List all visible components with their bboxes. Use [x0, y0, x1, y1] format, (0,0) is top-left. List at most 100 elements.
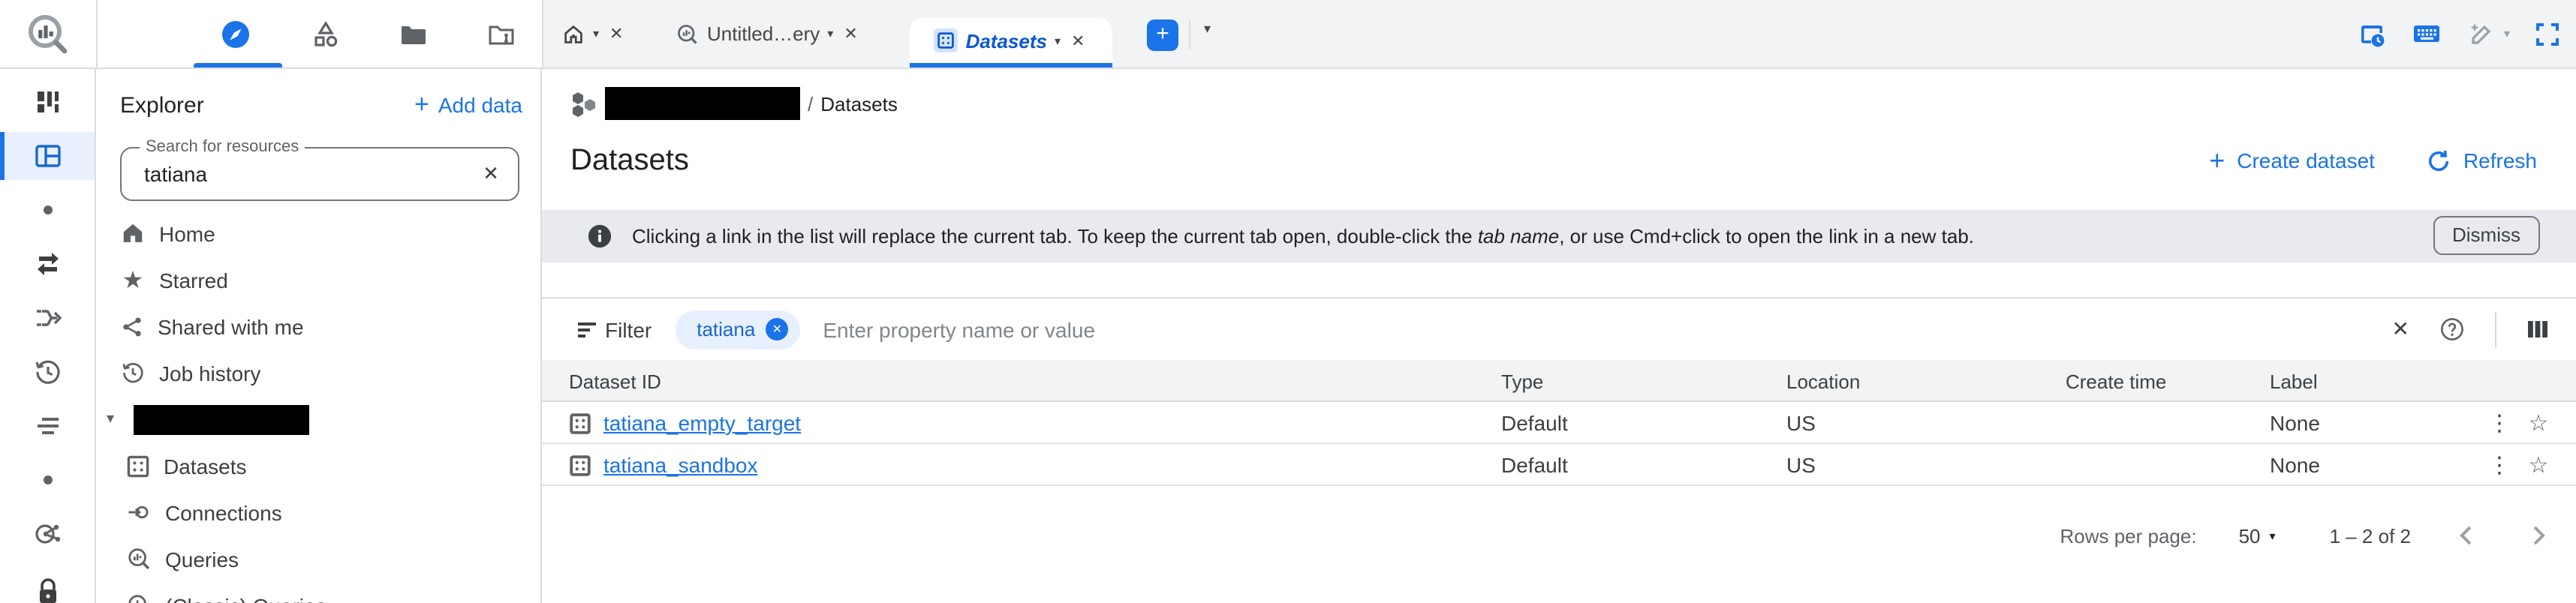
sidebar-item-starred[interactable]: ★ Starred: [96, 256, 540, 303]
dataset-link[interactable]: tatiana_empty_target: [603, 411, 801, 435]
row-star-icon[interactable]: ☆: [2523, 444, 2553, 486]
project-expander-icon[interactable]: ▾: [107, 411, 128, 428]
sidebar-item-job-history[interactable]: Job history: [96, 350, 540, 396]
column-header-dataset-id[interactable]: Dataset ID: [569, 360, 661, 402]
ai-assist-caret[interactable]: ▾: [2504, 27, 2510, 40]
share-icon: [120, 314, 144, 338]
refresh-icon: [2426, 148, 2451, 173]
row-star-icon[interactable]: ☆: [2523, 402, 2553, 444]
column-header-type[interactable]: Type: [1501, 360, 1543, 402]
redacted-project-name: [134, 404, 309, 434]
query-tab-icon: [676, 22, 700, 46]
monitoring-icon[interactable]: [33, 411, 63, 441]
untitled-query-tab-caret[interactable]: ▾: [827, 27, 833, 40]
active-tool-tab-underline: [194, 63, 282, 68]
sidebar-item-queries[interactable]: Queries: [96, 536, 540, 582]
explorer-panel: Explorer + Add data Search for resources…: [96, 69, 542, 603]
datasets-tab-caret[interactable]: ▾: [1055, 34, 1061, 47]
plus-icon: +: [2209, 145, 2225, 175]
filter-chip-value: tatiana: [697, 318, 756, 340]
create-dataset-button[interactable]: + Create dataset: [2209, 145, 2375, 176]
column-display-icon[interactable]: [2526, 318, 2549, 340]
home-tab[interactable]: ▾ ✕: [561, 0, 626, 68]
row-actions-kebab-icon[interactable]: ⋮: [2486, 402, 2513, 444]
sidebar-item-datasets[interactable]: Datasets: [96, 442, 540, 489]
sidebar-item-connections[interactable]: Connections: [96, 489, 540, 536]
home-tab-caret[interactable]: ▾: [593, 27, 599, 40]
row-actions-kebab-icon[interactable]: ⋮: [2486, 444, 2513, 486]
help-icon[interactable]: [2439, 316, 2465, 342]
column-header-label[interactable]: Label: [2270, 360, 2318, 402]
pagination: Rows per page: 50 ▾ 1 – 2 of 2: [2060, 513, 2555, 558]
dismiss-button[interactable]: Dismiss: [2433, 216, 2540, 255]
sidebar-item-label: Home: [159, 221, 215, 245]
folder-icon: [398, 20, 428, 50]
add-data-plus-icon: +: [414, 90, 429, 118]
fullscreen-icon[interactable]: [2534, 20, 2561, 47]
sidebar-item-home[interactable]: Home: [96, 210, 540, 256]
refresh-button[interactable]: Refresh: [2426, 148, 2537, 173]
star-icon: ★: [122, 268, 144, 293]
breadcrumb-page: Datasets: [820, 92, 898, 115]
filter-label: Filter: [605, 317, 652, 341]
datasets-tab-active[interactable]: Datasets ▾ ✕: [910, 18, 1112, 68]
search-input[interactable]: [141, 160, 473, 188]
keyboard-shortcuts-icon[interactable]: [2411, 18, 2442, 50]
sidebar-item-label: Queries: [165, 547, 239, 571]
shapes-tool-tab[interactable]: [296, 15, 356, 54]
filter-divider: [2495, 311, 2496, 347]
data-transfers-icon[interactable]: [33, 249, 63, 279]
search-clear-icon[interactable]: ✕: [473, 156, 509, 192]
sidebar-item-classic-queries[interactable]: (Classic) Queries: [96, 582, 540, 603]
cell-location: US: [1786, 411, 1816, 435]
add-data-button[interactable]: + Add data: [414, 90, 522, 120]
scheduling-history-icon[interactable]: [33, 357, 63, 387]
filter-input[interactable]: [820, 316, 2392, 343]
table-header-row: Dataset ID Type Location Create time Lab…: [542, 360, 2576, 402]
governance-lock-icon[interactable]: [33, 576, 63, 603]
resource-search-field[interactable]: Search for resources ✕: [120, 138, 519, 201]
queries-icon: [126, 546, 152, 572]
folder-git-icon: [486, 20, 516, 50]
datasets-tab-close-icon[interactable]: ✕: [1068, 28, 1088, 53]
add-data-label: Add data: [438, 93, 522, 117]
datasets-grid-icon: [126, 454, 150, 478]
new-tab-button[interactable]: +: [1147, 20, 1178, 51]
sidebar-item-label: Connections: [165, 500, 282, 524]
pipelines-icon[interactable]: [33, 303, 63, 333]
ai-assist-icon[interactable]: [2466, 19, 2496, 49]
breadcrumb-separator: /: [808, 92, 814, 115]
sidebar-project-row[interactable]: ▾: [96, 396, 540, 442]
repository-tool-tab[interactable]: [471, 15, 531, 54]
untitled-query-tab[interactable]: Untitled…ery ▾ ✕: [676, 0, 861, 68]
rail-active-item[interactable]: [0, 132, 95, 180]
table-row: tatiana_empty_target Default US None ⋮ ☆: [542, 402, 2576, 444]
top-bar: ▾ ✕ Untitled…ery ▾ ✕ Datasets ▾ ✕ + ▾ ▾: [0, 0, 2576, 69]
banner-text-italic: tab name: [1477, 225, 1560, 248]
cell-type: Default: [1501, 453, 1568, 477]
dataset-link[interactable]: tatiana_sandbox: [603, 453, 758, 477]
sidebar-item-shared-with-me[interactable]: Shared with me: [96, 303, 540, 350]
previous-page-icon[interactable]: [2450, 519, 2483, 552]
explorer-tool-tab[interactable]: [206, 15, 266, 54]
column-header-create-time[interactable]: Create time: [2066, 360, 2166, 402]
main-content: / Datasets Datasets + Create dataset Ref…: [542, 69, 2576, 603]
filter-chip[interactable]: tatiana ✕: [676, 310, 801, 349]
home-tab-close-icon[interactable]: ✕: [606, 21, 626, 46]
next-page-icon[interactable]: [2522, 519, 2555, 552]
bigquery-logo: [0, 0, 96, 68]
chip-remove-icon[interactable]: ✕: [766, 318, 789, 340]
home-icon: [120, 220, 146, 246]
tool-tabs: [96, 0, 626, 68]
files-tool-tab[interactable]: [383, 15, 443, 54]
column-header-location[interactable]: Location: [1786, 360, 1860, 402]
page-header: Datasets + Create dataset Refresh: [570, 141, 2537, 180]
sharing-icon[interactable]: [33, 519, 63, 549]
untitled-query-tab-close-icon[interactable]: ✕: [841, 21, 860, 46]
tab-overflow-caret[interactable]: ▾: [1204, 21, 1211, 38]
tab-history-icon[interactable]: [2357, 19, 2387, 49]
clear-filters-icon[interactable]: ✕: [2392, 316, 2409, 342]
rows-per-page-select[interactable]: 50 ▾: [2239, 524, 2276, 547]
sidebar-item-label: Job history: [159, 361, 261, 385]
analysis-hub-icon[interactable]: [33, 87, 63, 117]
